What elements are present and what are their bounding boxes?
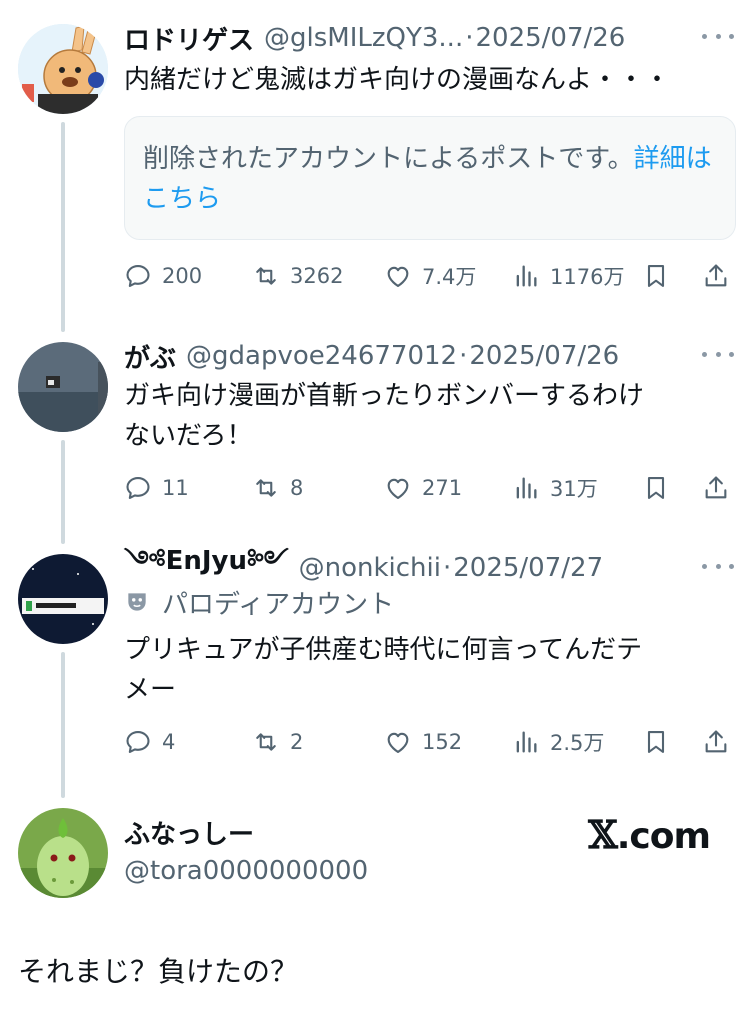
- like-count: 271: [422, 476, 463, 500]
- action-bar: 11 8 271 31万: [124, 468, 736, 508]
- repost-button[interactable]: 2: [252, 722, 303, 762]
- views-icon: [516, 731, 537, 753]
- reply-icon: [126, 477, 150, 499]
- repost-count: 8: [290, 476, 304, 500]
- post-text: それまじ？負けたの？: [18, 955, 299, 988]
- reply-button[interactable]: 11: [124, 468, 189, 508]
- user-handle[interactable]: @nonkichii: [299, 553, 441, 583]
- separator-dot: ·: [459, 341, 468, 371]
- avatar[interactable]: [18, 24, 108, 114]
- like-count: 152: [422, 730, 463, 754]
- notice-text: 削除されたアカウントによるポストです。: [143, 144, 634, 174]
- display-name[interactable]: ロドリゲス: [124, 20, 254, 57]
- repost-icon: [256, 733, 276, 751]
- avatar[interactable]: [18, 342, 108, 432]
- user-handle[interactable]: @tora0000000000: [124, 856, 368, 886]
- views-button[interactable]: 2.5万: [512, 722, 604, 762]
- separator-dot: ·: [442, 553, 452, 583]
- like-button[interactable]: 7.4万: [384, 256, 476, 296]
- thread-line: [61, 652, 65, 798]
- more-options-icon[interactable]: [702, 340, 734, 368]
- post-header: ロドリゲス @glsMILzQY3... · 2025/07/26: [124, 18, 734, 58]
- reply-icon: [126, 265, 150, 287]
- post-header: がぶ @gdapvoe24677012 · 2025/07/26: [124, 336, 734, 376]
- reply-count: 200: [162, 264, 203, 288]
- repost-button[interactable]: 3262: [252, 256, 343, 296]
- bookmark-icon: [647, 265, 665, 287]
- view-count: 2.5万: [550, 731, 605, 755]
- post-date[interactable]: 2025/07/27: [453, 553, 603, 583]
- heart-icon: [387, 732, 409, 753]
- like-button[interactable]: 271: [384, 468, 462, 508]
- reply-count: 11: [162, 476, 189, 500]
- heart-icon: [387, 266, 409, 287]
- display-name[interactable]: ふなっしー: [124, 814, 254, 851]
- more-options-icon[interactable]: [702, 552, 734, 580]
- heart-icon: [387, 478, 409, 499]
- x-logo-suffix: .com: [616, 816, 711, 857]
- bookmark-button[interactable]: [642, 468, 670, 508]
- like-count: 7.4万: [422, 265, 477, 289]
- share-button[interactable]: [702, 468, 730, 508]
- bookmark-button[interactable]: [642, 256, 670, 296]
- post-text: プリキュアが子供産む時代に何言ってんだテ メー: [124, 630, 734, 710]
- repost-count: 3262: [290, 264, 344, 288]
- mask-icon: [128, 593, 146, 611]
- separator-dot: ·: [465, 23, 474, 53]
- action-bar: 200 3262 7.4万 1176万: [124, 256, 736, 296]
- reply-count: 4: [162, 730, 176, 754]
- user-handle[interactable]: @glsMILzQY3...: [264, 23, 463, 53]
- views-button[interactable]: 1176万: [512, 256, 624, 296]
- post-text-line: プリキュアが子供産む時代に何言ってんだテ: [124, 635, 643, 665]
- x-logo: 𝕏.com: [588, 812, 711, 857]
- share-button[interactable]: [702, 256, 730, 296]
- thread-line: [61, 122, 65, 332]
- views-icon: [516, 265, 537, 287]
- deleted-account-notice: 削除されたアカウントによるポストです。詳細はこちら: [124, 116, 736, 240]
- share-icon: [705, 264, 727, 287]
- bookmark-icon: [647, 731, 665, 753]
- repost-icon: [256, 267, 276, 285]
- bookmark-icon: [647, 477, 665, 499]
- thread-line: [61, 440, 65, 544]
- views-icon: [516, 477, 537, 499]
- more-options-icon[interactable]: [702, 22, 734, 50]
- user-handle[interactable]: @gdapvoe24677012: [186, 341, 457, 371]
- post-text-line: メー: [124, 675, 177, 705]
- reply-button[interactable]: 200: [124, 256, 202, 296]
- views-button[interactable]: 31万: [512, 468, 598, 508]
- repost-button[interactable]: 8: [252, 468, 303, 508]
- post-text: ガキ向け漫画が首斬ったりボンバーするわけ ないだろ！: [124, 376, 734, 456]
- bookmark-button[interactable]: [642, 722, 670, 762]
- action-bar: 4 2 152 2.5万: [124, 722, 736, 762]
- post-date[interactable]: 2025/07/26: [469, 341, 619, 371]
- repost-count: 2: [290, 730, 304, 754]
- share-icon: [705, 476, 727, 499]
- share-button[interactable]: [702, 722, 730, 762]
- display-name[interactable]: がぶ: [124, 338, 176, 375]
- reply-button[interactable]: 4: [124, 722, 175, 762]
- x-icon: 𝕏: [588, 812, 618, 857]
- parody-label-text: パロディアカウント: [162, 589, 395, 620]
- post-text: 内緒だけど鬼滅はガキ向けの漫画なんよ・・・: [124, 65, 671, 95]
- view-count: 1176万: [550, 265, 625, 289]
- reply-icon: [126, 731, 150, 753]
- post-text-line: ガキ向け漫画が首斬ったりボンバーするわけ: [124, 381, 645, 411]
- post-text-line: ないだろ！: [124, 421, 253, 451]
- repost-icon: [256, 479, 276, 497]
- avatar[interactable]: [18, 808, 108, 898]
- view-count: 31万: [550, 477, 598, 501]
- parody-account-label: パロディアカウント: [124, 582, 394, 622]
- post-date[interactable]: 2025/07/26: [475, 23, 625, 53]
- share-icon: [705, 730, 727, 753]
- avatar[interactable]: [18, 554, 108, 644]
- like-button[interactable]: 152: [384, 722, 462, 762]
